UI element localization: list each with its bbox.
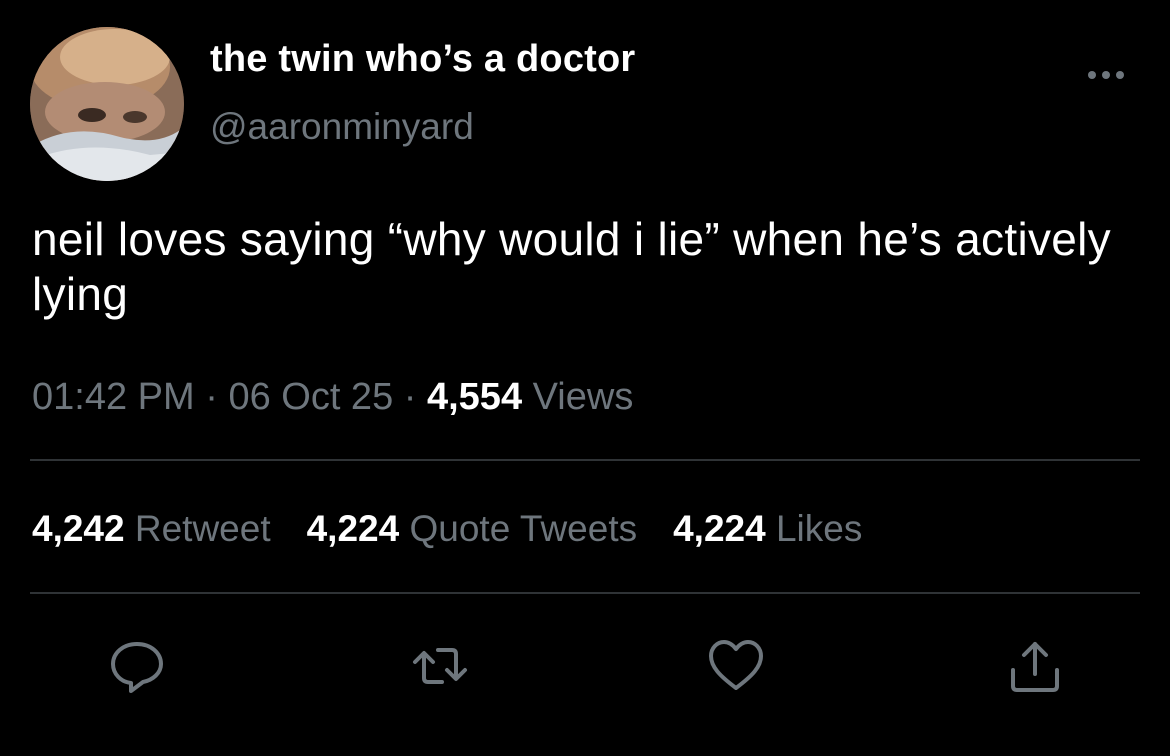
- avatar[interactable]: [30, 27, 184, 181]
- share-button[interactable]: [1005, 636, 1065, 696]
- display-name[interactable]: the twin who’s a doctor: [210, 38, 635, 81]
- quotes-count: 4,224: [306, 508, 400, 549]
- retweets-count: 4,242: [32, 508, 125, 549]
- more-options-icon[interactable]: [1084, 60, 1128, 90]
- divider: [30, 459, 1140, 461]
- handle[interactable]: @aaronminyard: [210, 106, 474, 148]
- tweet-stats: 4,242 Retweet 4,224 Quote Tweets 4,224 Lik…: [32, 508, 862, 550]
- tweet-time[interactable]: 01:42 PM: [32, 376, 195, 418]
- quotes-label: Quote Tweets: [399, 508, 638, 549]
- divider: [30, 592, 1140, 594]
- likes-count: 4,224: [673, 508, 766, 549]
- likes-stat[interactable]: 4,224 Likes: [673, 508, 862, 549]
- views-label: Views: [522, 376, 634, 418]
- tweet-text: neil loves saying “why would i lie” when…: [32, 213, 1111, 320]
- heart-icon: [709, 640, 763, 690]
- like-button[interactable]: [706, 636, 766, 696]
- reply-icon: [111, 642, 163, 693]
- tweet-date[interactable]: 06 Oct 25: [228, 376, 393, 418]
- meta-separator: ·: [393, 376, 427, 418]
- share-icon: [1011, 642, 1059, 692]
- reply-button[interactable]: [107, 636, 167, 696]
- retweet-button[interactable]: [410, 636, 470, 696]
- tweet-meta: 01:42 PM · 06 Oct 25 · 4,554 Views: [32, 376, 633, 419]
- tweet-card: the twin who’s a doctor @aaronminyard ne…: [0, 0, 1170, 756]
- retweets-stat[interactable]: 4,242 Retweet: [32, 508, 271, 549]
- likes-label: Likes: [765, 508, 863, 549]
- retweet-icon: [413, 648, 467, 684]
- retweets-label: Retweet: [124, 508, 271, 549]
- avatar-photo: [30, 27, 184, 181]
- meta-separator: ·: [194, 376, 229, 418]
- views-count: 4,554: [426, 376, 523, 418]
- quotes-stat[interactable]: 4,224 Quote Tweets: [307, 508, 638, 549]
